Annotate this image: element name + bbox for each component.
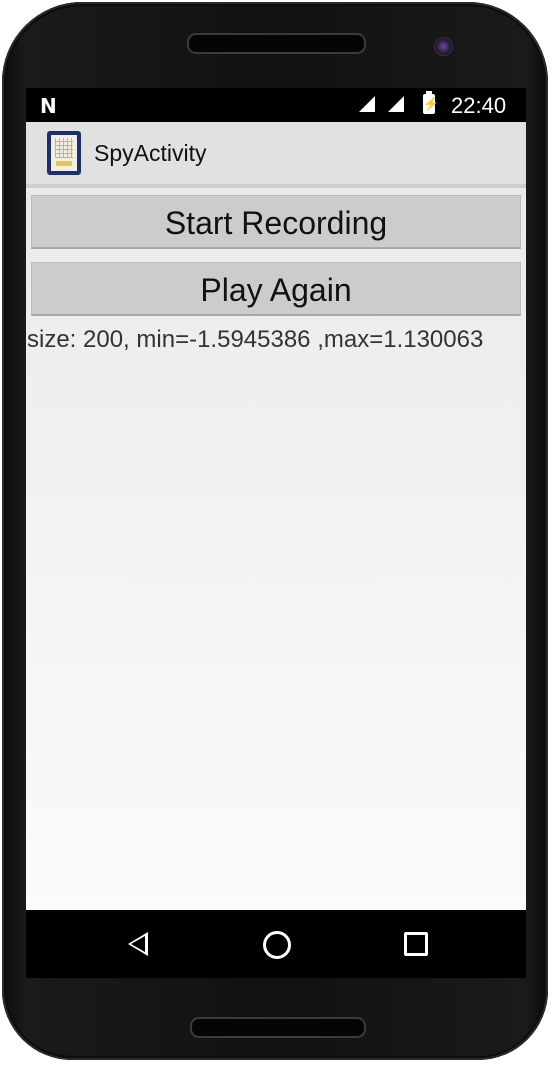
- screen: N 22:40 SpyActivity Start Recording Play…: [26, 88, 526, 910]
- action-bar: SpyActivity: [26, 122, 526, 188]
- notification-icon: N: [40, 94, 57, 118]
- recents-icon[interactable]: [404, 932, 428, 956]
- bottom-speaker-grille: [190, 1017, 366, 1038]
- navigation-bar: [26, 910, 526, 978]
- phone-device: N 22:40 SpyActivity Start Recording Play…: [0, 0, 552, 1065]
- status-bar: N 22:40: [26, 88, 526, 122]
- front-camera: [434, 37, 453, 56]
- cell-signal-icon: [359, 96, 375, 112]
- play-again-button[interactable]: Play Again: [31, 262, 521, 316]
- top-speaker-grille: [187, 33, 366, 54]
- home-icon[interactable]: [263, 931, 291, 959]
- cell-signal-icon: [388, 96, 404, 112]
- back-icon[interactable]: [128, 932, 148, 956]
- info-text: size: 200, min=-1.5945386 ,max=1.130063: [27, 326, 484, 353]
- status-time: 22:40: [451, 93, 507, 118]
- battery-charging-icon: [423, 91, 435, 114]
- app-icon: [47, 131, 81, 175]
- start-recording-button[interactable]: Start Recording: [31, 195, 521, 249]
- app-title: SpyActivity: [94, 140, 207, 166]
